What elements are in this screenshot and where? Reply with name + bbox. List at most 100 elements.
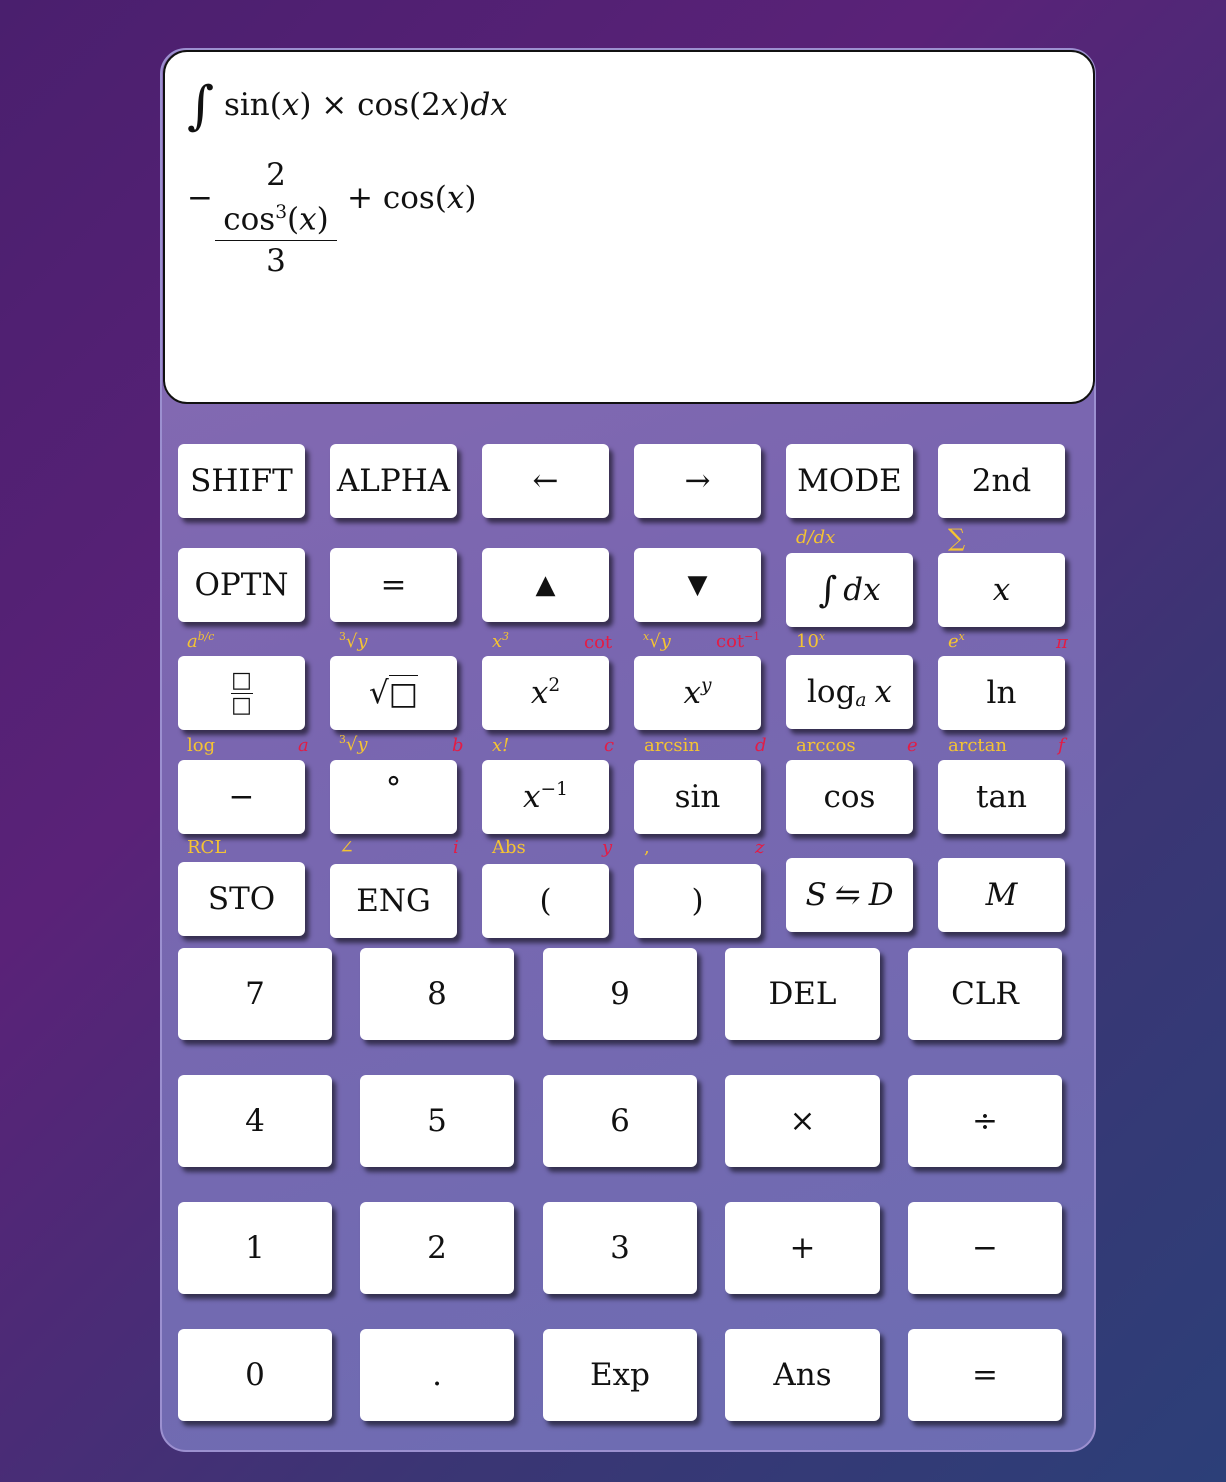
integral-key[interactable]: ∫ dx: [786, 553, 913, 627]
digit-4-key[interactable]: 4: [178, 1075, 332, 1167]
key-label: ENG: [356, 883, 431, 919]
digit-1-key[interactable]: 1: [178, 1202, 332, 1294]
power-key[interactable]: xy: [634, 656, 761, 730]
divide-key[interactable]: ÷: [908, 1075, 1062, 1167]
sto-key[interactable]: STO: [178, 862, 305, 936]
second-key[interactable]: 2nd: [938, 444, 1065, 518]
sin-key[interactable]: sin: [634, 760, 761, 834]
exp-key[interactable]: Exp: [543, 1329, 697, 1421]
shift-label-mixed-fraction: ab/c: [187, 630, 215, 652]
cursor-right-key[interactable]: →: [634, 444, 761, 518]
digit-7-key[interactable]: 7: [178, 948, 332, 1040]
eng-key[interactable]: ENG: [330, 864, 457, 938]
alpha-label-e: e: [907, 735, 918, 756]
key-label: 9: [610, 976, 630, 1012]
integral-icon: ∫: [818, 569, 838, 611]
key-label: 0: [245, 1357, 265, 1393]
multiply-key[interactable]: ×: [725, 1075, 880, 1167]
cursor-down-key[interactable]: ▼: [634, 548, 761, 622]
input-var: x: [440, 87, 459, 123]
sqrt-key[interactable]: √ □: [330, 656, 457, 730]
cursor-up-key[interactable]: ▲: [482, 548, 609, 622]
key-label: DEL: [768, 976, 837, 1012]
reciprocal-key[interactable]: x −1: [482, 760, 609, 834]
close-paren-key[interactable]: ): [634, 864, 761, 938]
shift-label-log: log: [187, 735, 216, 756]
digit-5-key[interactable]: 5: [360, 1075, 514, 1167]
shift-label-angle: ∠: [339, 837, 355, 858]
key-label: ): [691, 883, 704, 919]
digit-9-key[interactable]: 9: [543, 948, 697, 1040]
left-arrow-icon: ←: [532, 463, 559, 499]
alpha-label-pi: π: [1056, 632, 1068, 653]
ln-key[interactable]: ln: [938, 656, 1065, 730]
key-label: Ans: [773, 1357, 832, 1393]
ans-key[interactable]: Ans: [725, 1329, 880, 1421]
degree-key[interactable]: °: [330, 760, 457, 834]
multiply-icon: ×: [789, 1103, 816, 1139]
mode-key[interactable]: MODE: [786, 444, 913, 518]
num-var: x: [299, 201, 317, 238]
cursor-left-key[interactable]: ←: [482, 444, 609, 518]
alpha-label-y: y: [602, 837, 613, 858]
key-label: 5: [427, 1103, 447, 1139]
equals-key[interactable]: =: [908, 1329, 1062, 1421]
key-label: .: [432, 1357, 442, 1393]
shift-label-exp: ex: [948, 630, 965, 652]
plus-key[interactable]: +: [725, 1202, 880, 1294]
square-key[interactable]: x2: [482, 656, 609, 730]
key-label: dx: [843, 572, 881, 608]
key-label: log: [806, 674, 856, 710]
alpha-label-cot: cot: [584, 632, 613, 653]
key-label: 4: [245, 1103, 265, 1139]
input-part: ): [458, 87, 471, 123]
shift-label-sum: ∑: [948, 524, 966, 552]
degree-icon: °: [385, 771, 402, 807]
digit-8-key[interactable]: 8: [360, 948, 514, 1040]
key-label: tan: [976, 779, 1027, 815]
open-paren-key[interactable]: (: [482, 864, 609, 938]
key-label: 3: [610, 1230, 630, 1266]
shift-label-arctan: arctan: [948, 735, 1007, 756]
shift-label-factorial: x!: [492, 735, 510, 756]
s-to-d-key[interactable]: S ⇋ D: [786, 858, 913, 932]
alpha-key[interactable]: ALPHA: [330, 444, 457, 518]
input-part: ) × cos(2: [299, 87, 441, 123]
result-fraction: 2 cos3(x) 3: [215, 156, 337, 281]
shift-label-comma: ,: [644, 837, 650, 858]
digit-3-key[interactable]: 3: [543, 1202, 697, 1294]
integral-symbol: ∫: [187, 76, 215, 136]
key-exponent: 2: [548, 674, 561, 696]
digit-2-key[interactable]: 2: [360, 1202, 514, 1294]
tail-var: x: [446, 180, 465, 216]
minus-key[interactable]: −: [908, 1202, 1062, 1294]
alpha-label-b: b: [452, 735, 464, 756]
shift-label-pow10: 10x: [796, 630, 825, 652]
log-base-key[interactable]: log a x: [786, 655, 913, 729]
shift-label-cube-root: 3√y: [339, 630, 368, 652]
key-label: 1: [245, 1230, 265, 1266]
key-label: CLR: [951, 976, 1019, 1012]
shift-label-abs: Abs: [492, 837, 526, 858]
key-label: x: [530, 675, 549, 711]
fraction-key[interactable]: □ □: [178, 656, 305, 730]
tan-key[interactable]: tan: [938, 760, 1065, 834]
negate-key[interactable]: −: [178, 760, 305, 834]
shift-key[interactable]: SHIFT: [178, 444, 305, 518]
equals-top-key[interactable]: =: [330, 548, 457, 622]
result-minus: −: [187, 180, 213, 216]
memory-key[interactable]: M: [938, 858, 1065, 932]
key-label: (: [539, 883, 552, 919]
cos-key[interactable]: cos: [786, 760, 913, 834]
clear-key[interactable]: CLR: [908, 948, 1062, 1040]
delete-key[interactable]: DEL: [725, 948, 880, 1040]
key-label: S: [805, 877, 827, 913]
decimal-point-key[interactable]: .: [360, 1329, 514, 1421]
key-label: x: [992, 572, 1011, 608]
optn-key[interactable]: OPTN: [178, 548, 305, 622]
digit-6-key[interactable]: 6: [543, 1075, 697, 1167]
up-triangle-icon: ▲: [535, 570, 556, 600]
shift-label-cube-root-2: 3√y: [339, 733, 368, 755]
variable-x-key[interactable]: x: [938, 553, 1065, 627]
digit-0-key[interactable]: 0: [178, 1329, 332, 1421]
